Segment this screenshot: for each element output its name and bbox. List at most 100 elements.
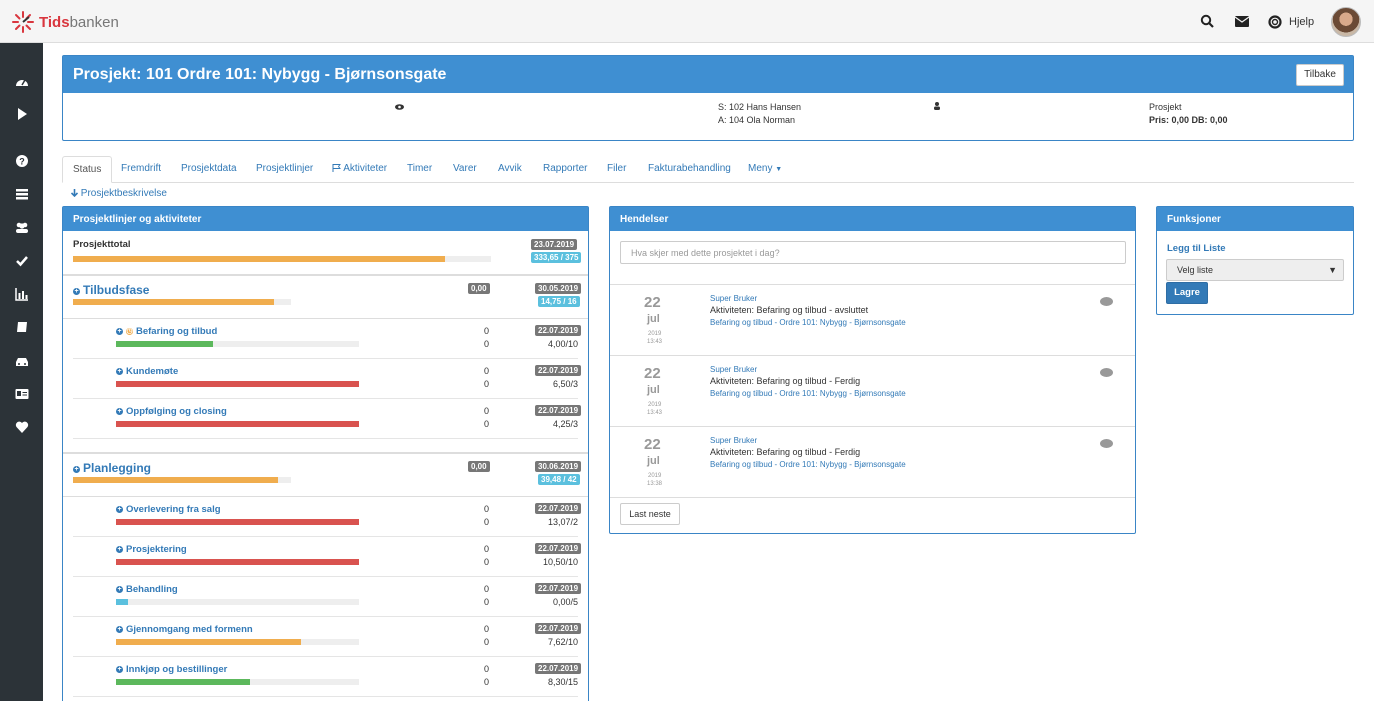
activity-progress-bar-fill [116, 421, 359, 427]
activity-value-1: 0 [484, 664, 490, 674]
activity-progress-bar [116, 639, 359, 645]
event-user-link[interactable]: Super Bruker [710, 436, 757, 445]
tab-prosjektlinjer[interactable]: Prosjektlinjer [256, 156, 313, 183]
phase-name[interactable]: + Planlegging [73, 461, 151, 475]
price-line: Pris: 0,00 DB: 0,00 [1149, 115, 1228, 125]
activity-name[interactable]: + Behandling [116, 584, 178, 595]
activity-hours: 4,00/10 [547, 339, 578, 349]
plus-circle-icon: + [116, 626, 123, 633]
activity-hours: 4,25/3 [552, 419, 578, 429]
tab-timer[interactable]: Timer [407, 156, 432, 183]
clock-icon: ◷ [126, 328, 133, 335]
activity-name[interactable]: + Innkjøp og bestillinger [116, 664, 227, 675]
phase-badge: 0,00 [468, 283, 490, 294]
activity-progress-bar-fill [116, 341, 214, 347]
divider [73, 358, 578, 359]
activity-value-2: 0 [484, 419, 490, 429]
help-link[interactable]: Hjelp [1289, 16, 1314, 28]
activity-name[interactable]: + Prosjektering [116, 544, 187, 555]
project-title: Prosjekt: 101 Ordre 101: Nybygg - Bjørns… [73, 66, 447, 83]
tab-prosjektdata[interactable]: Prosjektdata [181, 156, 237, 183]
activity-name[interactable]: + Overlevering fra salg [116, 504, 221, 515]
divider [63, 274, 588, 276]
assignee-text: A: 104 Ola Norman [718, 115, 796, 125]
event-item: 22 jul 2019 13:43 Super Bruker Aktiviteten: B… [610, 355, 1135, 426]
phase-name-label: Planlegging [83, 461, 152, 475]
tab-fremdrift[interactable]: Fremdrift [121, 156, 161, 183]
lifebuoy-icon[interactable] [1268, 15, 1282, 29]
tab-rapporter[interactable]: Rapporter [543, 156, 587, 183]
comment-icon[interactable] [1100, 368, 1113, 377]
list-select[interactable]: Velg liste ▼ [1166, 259, 1344, 281]
tab-varer[interactable]: Varer [453, 156, 477, 183]
activity-name[interactable]: + ◷ Befaring og tilbud [116, 326, 217, 337]
tab-aktiviteter[interactable]: Aktiviteter [332, 156, 387, 183]
comment-icon[interactable] [1100, 297, 1113, 306]
mail-icon[interactable] [1235, 16, 1249, 27]
event-activity-link[interactable]: Befaring og tilbud - Ordre 101: Nybygg -… [710, 460, 906, 469]
tab-avvik[interactable]: Avvik [498, 156, 522, 183]
activity-progress-bar-fill [116, 381, 359, 387]
book-icon[interactable] [15, 320, 29, 334]
event-year: 2019 [648, 473, 662, 479]
add-to-list-link[interactable]: Legg til Liste [1167, 243, 1226, 254]
list-icon[interactable] [15, 187, 29, 201]
activity-date: 22.07.2019 [535, 365, 582, 376]
activity-progress-bar [116, 679, 359, 685]
activity-name[interactable]: + Gjennomgang med formenn [116, 624, 253, 635]
activity-value-2: 0 [484, 379, 490, 389]
heart-icon[interactable] [15, 420, 29, 434]
tab-status[interactable]: Status [62, 156, 113, 183]
logo[interactable]: Tidsbanken [12, 11, 119, 33]
phase-progress-bar [73, 477, 291, 483]
divider [63, 496, 588, 497]
tab-meny[interactable]: Meny ▼ [748, 156, 782, 183]
activity-name[interactable]: + Kundemøte [116, 366, 178, 377]
event-input[interactable]: Hva skjer med dette prosjektet i dag? [620, 241, 1126, 264]
id-card-icon[interactable] [15, 387, 29, 401]
activity-value-1: 0 [484, 584, 490, 594]
activity-date: 22.07.2019 [535, 503, 582, 514]
activity-value-2: 0 [484, 557, 490, 567]
user-icon[interactable] [934, 102, 940, 110]
check-icon[interactable] [15, 254, 29, 268]
tab-filer[interactable]: Filer [607, 156, 626, 183]
description-link[interactable]: Prosjektbeskrivelse [70, 188, 167, 199]
activity-value-2: 0 [484, 677, 490, 687]
activity-name[interactable]: + Oppfølging og closing [116, 406, 227, 417]
phase-date: 30.06.2019 [535, 461, 582, 472]
users-icon[interactable] [15, 220, 29, 234]
tab-bar: Status Fremdrift Prosjektdata Prosjektli… [62, 156, 1354, 183]
project-title-bar: Prosjekt: 101 Ordre 101: Nybygg - Bjørns… [63, 56, 1353, 93]
save-button[interactable]: Lagre [1166, 282, 1208, 304]
event-user-link[interactable]: Super Bruker [710, 365, 757, 374]
event-user-link[interactable]: Super Bruker [710, 294, 757, 303]
divider [73, 398, 578, 399]
event-activity-link[interactable]: Befaring og tilbud - Ordre 101: Nybygg -… [710, 318, 906, 327]
avatar[interactable] [1331, 7, 1361, 37]
sidebar: ? [0, 43, 43, 701]
activity-name-label: Oppfølging og closing [126, 406, 227, 417]
question-icon[interactable]: ? [15, 154, 29, 168]
events-panel: Hendelser Hva skjer med dette prosjektet… [609, 206, 1136, 534]
comment-icon[interactable] [1100, 439, 1113, 448]
lines-panel-title: Prosjektlinjer og aktiviteter [63, 207, 588, 231]
play-icon[interactable] [15, 107, 29, 121]
activity-progress-bar-fill [116, 519, 359, 525]
search-icon[interactable] [1200, 14, 1214, 28]
back-button[interactable]: Tilbake [1296, 64, 1344, 86]
divider [73, 536, 578, 537]
tab-fakturabehandling[interactable]: Fakturabehandling [648, 156, 731, 183]
event-activity-link[interactable]: Befaring og tilbud - Ordre 101: Nybygg -… [710, 389, 906, 398]
car-icon[interactable] [15, 354, 29, 368]
dashboard-icon[interactable] [15, 75, 29, 89]
event-time: 13:43 [647, 410, 663, 416]
project-header: Prosjekt: 101 Ordre 101: Nybygg - Bjørns… [62, 55, 1354, 141]
activity-hours: 10,50/10 [542, 557, 578, 567]
phase-name[interactable]: + Tilbudsfase [73, 283, 149, 297]
project-total-date: 23.07.2019 [531, 239, 578, 250]
eye-icon[interactable] [395, 104, 404, 110]
bar-chart-icon[interactable] [15, 287, 29, 301]
activity-value-2: 0 [484, 637, 490, 647]
load-more-button[interactable]: Last neste [620, 503, 680, 525]
